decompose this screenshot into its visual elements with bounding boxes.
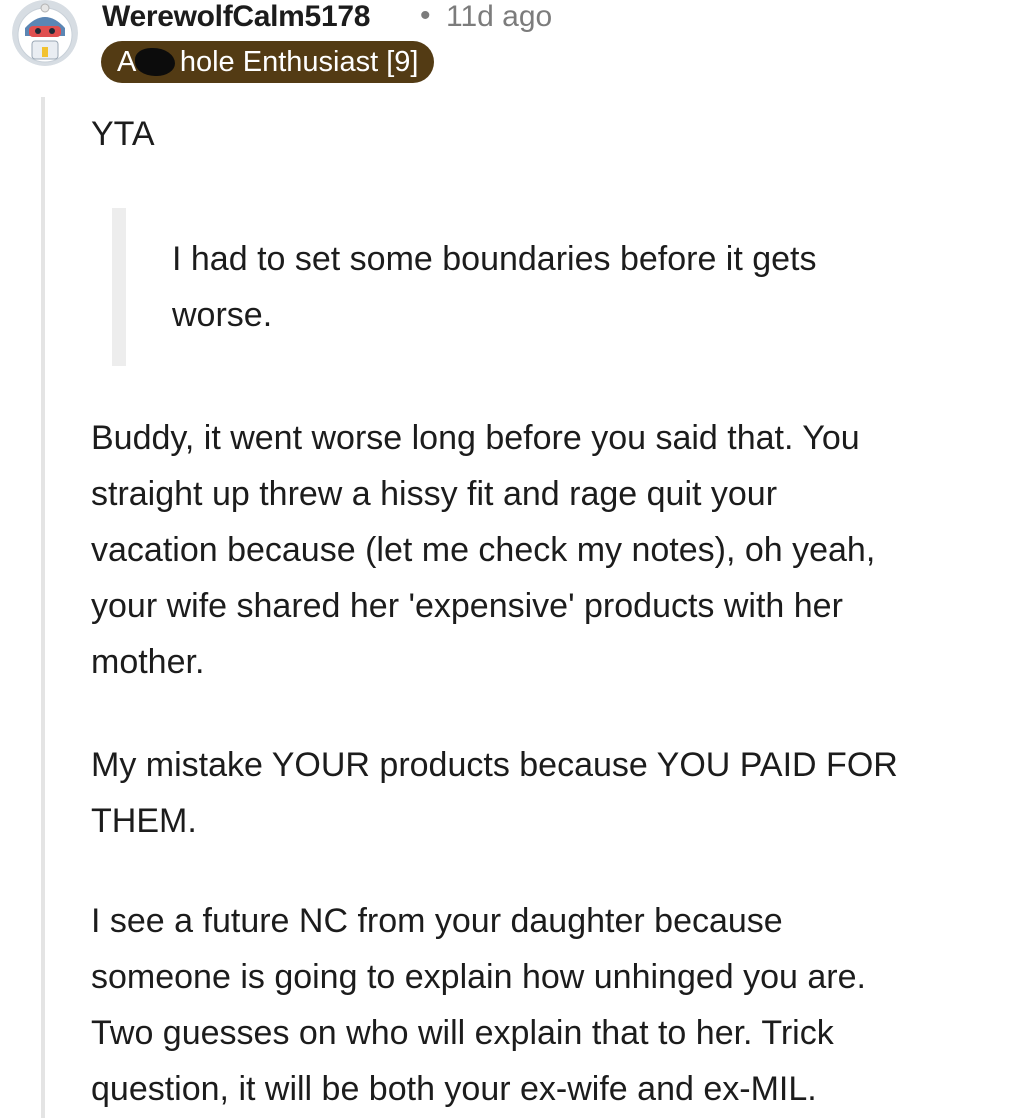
paragraph-line: Two guesses on who will explain that to … xyxy=(91,1014,834,1052)
paragraph-line: THEM. xyxy=(91,802,197,840)
blockquote-line: I had to set some boundaries before it g… xyxy=(172,240,817,278)
comment-page: WerewolfCalm5178 • 11d ago A hole Enthus… xyxy=(0,0,1015,1118)
paragraph-line: Buddy, it went worse long before you sai… xyxy=(91,419,860,457)
paragraph-line: question, it will be both your ex-wife a… xyxy=(91,1070,817,1108)
paragraph-line: your wife shared her 'expensive' product… xyxy=(91,587,843,625)
blockquote-line: worse. xyxy=(172,296,273,334)
thread-collapse-line[interactable] xyxy=(41,97,45,1118)
user-avatar[interactable] xyxy=(12,0,78,66)
paragraph-line: mother. xyxy=(91,643,205,681)
paragraph-line: I see a future NC from your daughter bec… xyxy=(91,902,783,940)
blockquote-bar xyxy=(112,208,126,366)
paragraph-line: My mistake YOUR products because YOU PAI… xyxy=(91,746,898,784)
meta-separator: • xyxy=(420,0,431,32)
comment-timestamp[interactable]: 11d ago xyxy=(446,0,552,34)
paragraph-line: someone is going to explain how unhinged… xyxy=(91,958,866,996)
flair-redaction-mark xyxy=(135,48,175,76)
comment-author[interactable]: WerewolfCalm5178 xyxy=(102,0,370,34)
paragraph-line: straight up threw a hissy fit and rage q… xyxy=(91,475,778,513)
comment-verdict: YTA xyxy=(91,115,155,153)
paragraph-line: vacation because (let me check my notes)… xyxy=(91,531,876,569)
snoo-avatar-icon xyxy=(12,0,78,66)
